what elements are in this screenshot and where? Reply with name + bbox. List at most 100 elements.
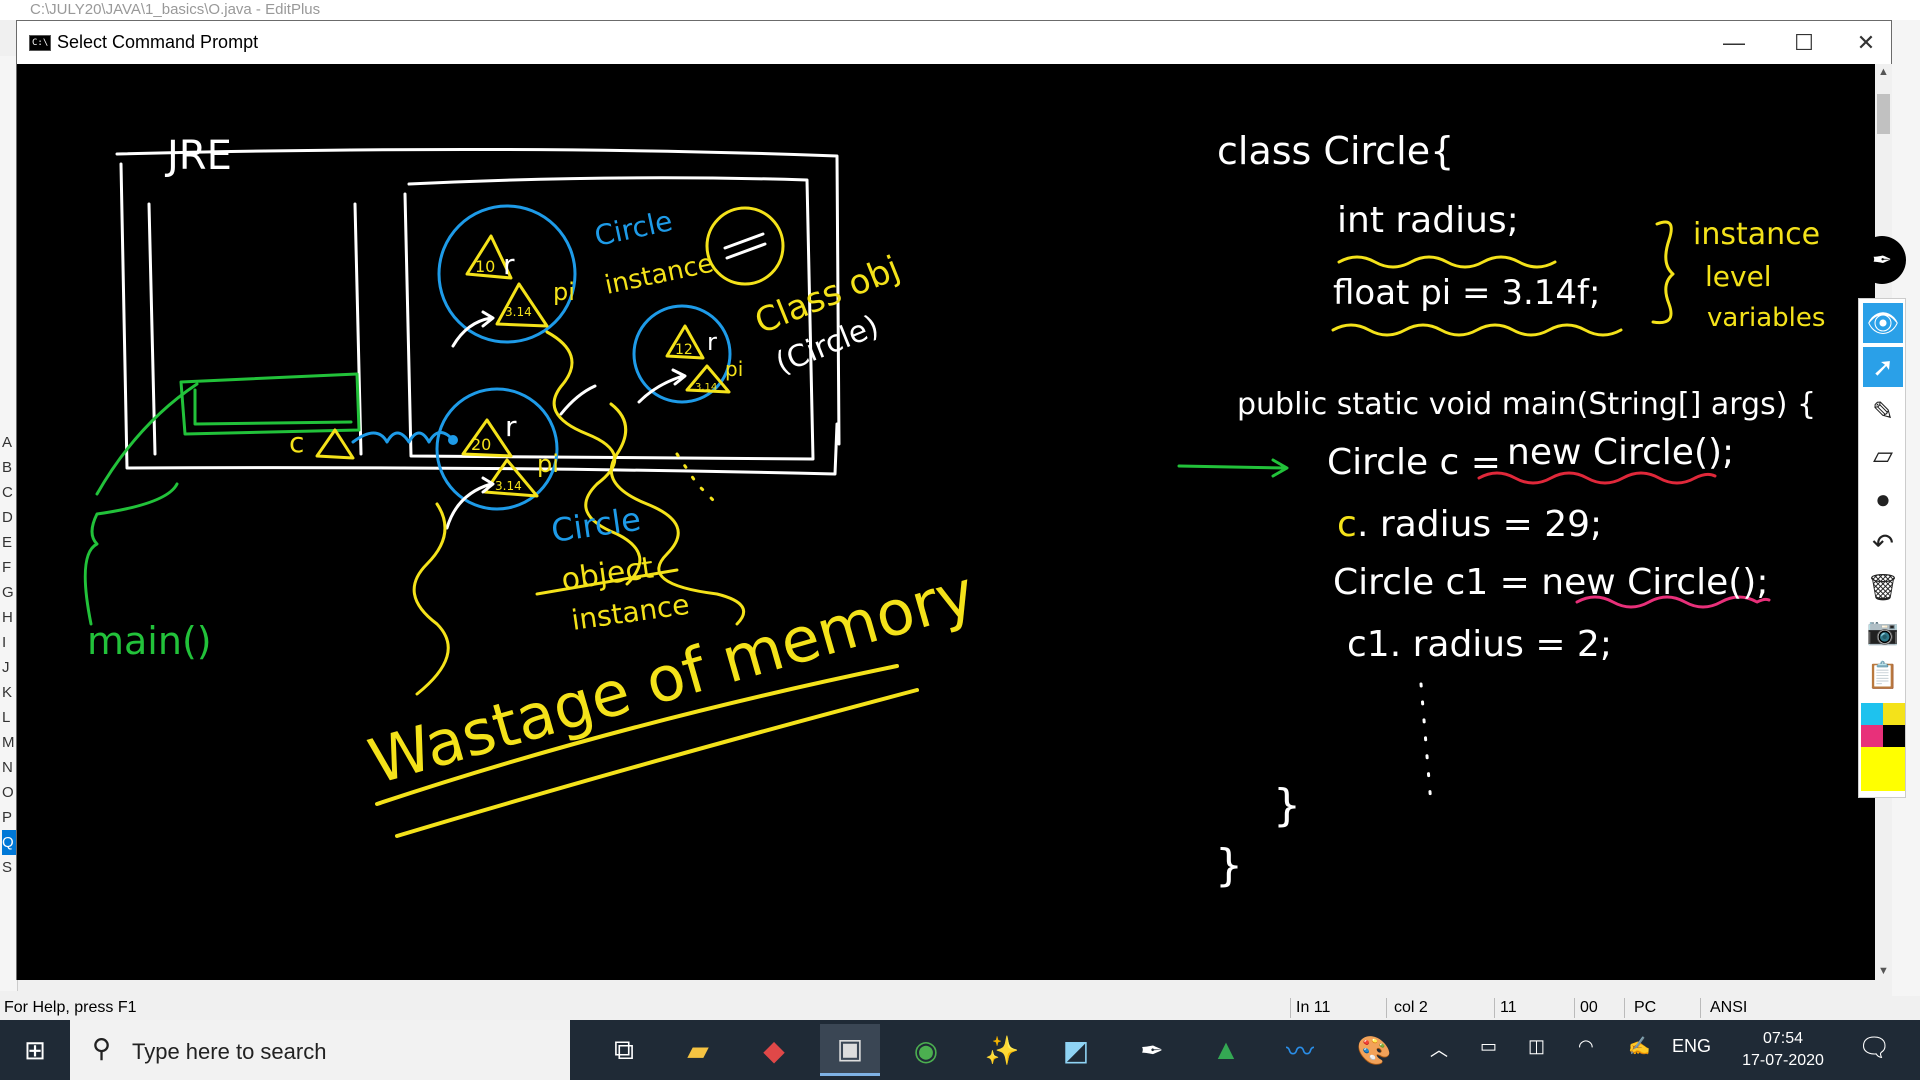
letter-index-item[interactable]: B <box>2 455 16 480</box>
scroll-thumb[interactable] <box>1877 94 1890 134</box>
magic-wand-icon[interactable]: ✨ <box>972 1024 1032 1076</box>
circle-instance-label-1: Circle <box>592 204 676 253</box>
language-indicator[interactable]: ENG <box>1672 1036 1711 1057</box>
status-mode: PC <box>1634 999 1657 1016</box>
letter-index-item[interactable]: C <box>2 480 16 505</box>
minimize-button[interactable]: — <box>1699 21 1769 64</box>
letter-index-item[interactable]: N <box>2 755 16 780</box>
file-explorer-icon[interactable]: ▰ <box>668 1024 728 1076</box>
status-help: For Help, press F1 <box>4 999 137 1016</box>
dot-icon[interactable]: ● <box>1863 479 1903 519</box>
trash-icon[interactable]: 🗑 <box>1863 567 1903 607</box>
notification-icon[interactable]: 🗨 <box>1858 1032 1891 1063</box>
color-swatch-cyan[interactable] <box>1861 703 1883 725</box>
obj1-pi-value: 3.14 <box>505 305 532 319</box>
letter-index-item[interactable]: H <box>2 605 16 630</box>
annotation-toolbar: 👁 ➚ ✎ ▱ ● ↶ 🗑 📷 📋 <box>1858 298 1906 798</box>
obj1-r-value: 10 <box>475 257 495 276</box>
main-label: main() <box>87 619 212 663</box>
execution-arrow <box>1177 458 1289 478</box>
obj1-pi-label: pi <box>553 278 575 306</box>
command-prompt-window: C:\ Select Command Prompt — ☐ ✕ JRE main… <box>16 20 1892 980</box>
whiteboard-canvas[interactable]: JRE main() c 10 r 3.14 pi 20 r 3.14 pi 1… <box>17 64 1875 980</box>
letter-index-item[interactable]: S <box>2 855 16 880</box>
obj3-pi-label: pi <box>725 357 743 381</box>
letter-index-item[interactable]: G <box>2 580 16 605</box>
brace-note-3: variables <box>1707 303 1825 333</box>
clock-time: 07:54 <box>1762 1030 1804 1047</box>
ref-c-label: c <box>289 426 304 459</box>
letter-index-item[interactable]: D <box>2 505 16 530</box>
close-button[interactable]: ✕ <box>1839 21 1893 64</box>
letter-index-item[interactable]: E <box>2 530 16 555</box>
chrome-icon[interactable]: ◉ <box>896 1024 956 1076</box>
color-swatch-yellow[interactable] <box>1883 703 1905 725</box>
notes-app-icon[interactable]: ◩ <box>1046 1024 1106 1076</box>
letter-index-item[interactable]: J <box>2 655 16 680</box>
editplus-icon[interactable]: ◆ <box>744 1024 804 1076</box>
taskbar: ⊞ ⚲ Type here to search ⧉ ▰ ◆ ▣ ◉ ✨ ◩ ✒ … <box>0 1020 1920 1080</box>
whiteboard-app-icon[interactable]: 〰 <box>1270 1024 1330 1076</box>
wifi-icon[interactable]: ◠ <box>1578 1036 1594 1057</box>
undo-icon[interactable]: ↶ <box>1863 523 1903 563</box>
eraser-icon[interactable]: ▱ <box>1863 435 1903 475</box>
eye-icon[interactable]: 👁 <box>1863 303 1903 343</box>
obj2-r-value: 20 <box>471 435 491 454</box>
jre-label: JRE <box>164 133 232 179</box>
letter-index-item[interactable]: I <box>2 630 16 655</box>
pen-tray-icon[interactable]: ✍ <box>1628 1036 1650 1057</box>
scroll-up-icon[interactable]: ▲ <box>1875 64 1892 81</box>
letter-index-item[interactable]: K <box>2 680 16 705</box>
current-color-swatch[interactable] <box>1861 747 1905 791</box>
google-drive-icon[interactable]: ▲ <box>1196 1024 1256 1076</box>
obj2-pi-label: pi <box>537 450 559 478</box>
status-encoding: ANSI <box>1710 999 1748 1016</box>
clock-date: 17-07-2020 <box>1742 1052 1824 1069</box>
task-view-icon[interactable]: ⧉ <box>594 1024 654 1076</box>
pointer-icon[interactable]: ➚ <box>1863 347 1903 387</box>
letter-index-item[interactable]: P <box>2 805 16 830</box>
battery-icon[interactable]: ▭ <box>1480 1036 1497 1057</box>
pen-tool-icon[interactable]: ✒ <box>1858 236 1906 284</box>
status-line: In 11 <box>1296 999 1331 1016</box>
code-line-2: int radius; <box>1337 200 1519 241</box>
code-close-1: } <box>1273 780 1301 831</box>
wavy-line-3 <box>412 502 450 696</box>
color-swatch-black[interactable] <box>1883 725 1905 747</box>
maximize-button[interactable]: ☐ <box>1769 21 1839 64</box>
circle-object-label-2: object <box>559 550 656 598</box>
code-line-5b: new Circle(); <box>1507 432 1734 473</box>
obj3-r-value: 12 <box>675 342 693 358</box>
main-frame-box <box>179 372 361 436</box>
clock[interactable]: 07:54 17-07-2020 <box>1728 1028 1838 1072</box>
letter-index-item[interactable]: M <box>2 730 16 755</box>
camera-icon[interactable]: 📷 <box>1863 611 1903 651</box>
letter-index-item[interactable]: O <box>2 780 16 805</box>
code-line-1: class Circle{ <box>1217 129 1454 173</box>
window-title: Select Command Prompt <box>57 32 259 52</box>
jre-box <box>115 147 841 476</box>
clipboard-icon[interactable]: 📋 <box>1863 655 1903 695</box>
search-placeholder: Type here to search <box>132 1039 327 1064</box>
letter-index-item[interactable]: Q <box>2 830 16 855</box>
command-prompt-taskbar-icon[interactable]: ▣ <box>820 1024 880 1076</box>
search-icon: ⚲ <box>92 1033 112 1063</box>
scroll-down-icon[interactable]: ▼ <box>1875 963 1892 980</box>
letter-index-item[interactable]: F <box>2 555 16 580</box>
highlighter-icon[interactable]: ✎ <box>1863 391 1903 431</box>
letter-index-item[interactable]: A <box>2 430 16 455</box>
window-titlebar[interactable]: C:\ Select Command Prompt — ☐ ✕ <box>17 21 1891 64</box>
paint-app-icon[interactable]: 🎨 <box>1344 1024 1404 1076</box>
tray-chevron-icon[interactable]: ︿ <box>1430 1036 1448 1062</box>
status-v1: 11 <box>1500 999 1517 1016</box>
class-obj-circle <box>705 206 785 286</box>
color-swatch-pink[interactable] <box>1861 725 1883 747</box>
letter-index-item[interactable]: L <box>2 705 16 730</box>
status-col: col 2 <box>1394 999 1428 1016</box>
taskbar-search-box[interactable]: ⚲ Type here to search <box>70 1020 570 1080</box>
obj2-r-label: r <box>505 410 517 443</box>
windows-start-icon[interactable]: ⊞ <box>0 1020 70 1080</box>
tray-app-icon[interactable]: ◫ <box>1528 1036 1545 1057</box>
stack-lines <box>147 202 363 456</box>
pen-app-icon[interactable]: ✒ <box>1122 1024 1182 1076</box>
